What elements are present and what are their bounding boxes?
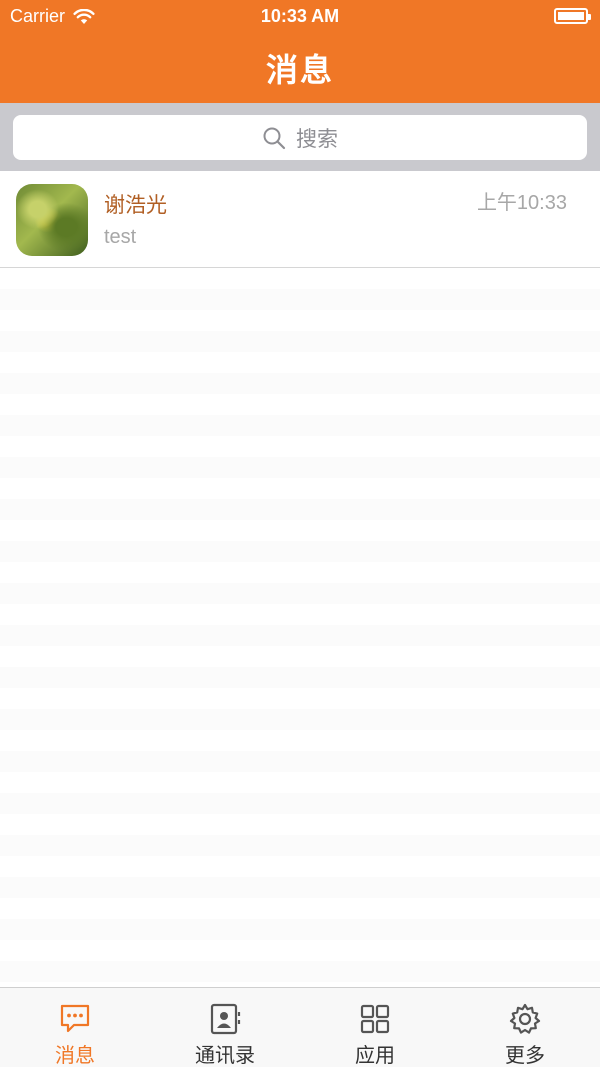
search-placeholder: 搜索 [296, 127, 338, 151]
tab-messages[interactable]: 消息 [0, 988, 150, 1067]
chat-bubble-icon [60, 1004, 90, 1033]
tab-more[interactable]: 更多 [450, 988, 600, 1067]
message-time: 上午10:33 [476, 192, 567, 214]
empty-list-area [0, 268, 600, 988]
tab-apps[interactable]: 应用 [300, 988, 450, 1067]
avatar [16, 184, 88, 256]
message-preview: test [104, 226, 137, 248]
search-bar: 搜索 [0, 103, 600, 171]
navigation-header: Carrier 10:33 AM 消息 [0, 0, 600, 103]
conversation-list: 谢浩光 test 上午10:33 [0, 171, 600, 268]
search-input[interactable]: 搜索 [13, 115, 587, 160]
contacts-icon [210, 1003, 241, 1035]
tab-label: 应用 [355, 1045, 395, 1067]
contact-name: 谢浩光 [104, 194, 167, 217]
status-bar: Carrier 10:33 AM [0, 0, 600, 34]
conversation-item[interactable]: 谢浩光 test 上午10:33 [0, 171, 600, 268]
search-icon [263, 127, 286, 149]
tab-contacts[interactable]: 通讯录 [150, 988, 300, 1067]
tab-label: 更多 [505, 1045, 545, 1067]
status-time: 10:33 AM [260, 6, 340, 26]
tab-label: 消息 [55, 1045, 95, 1067]
tab-bar: 消息 通讯录 应用 更多 [0, 987, 600, 1067]
tab-label: 通讯录 [195, 1045, 255, 1067]
battery-icon [554, 8, 591, 24]
apps-grid-icon [360, 1004, 390, 1034]
gear-icon [509, 1003, 541, 1034]
page-title: 消息 [265, 52, 334, 88]
